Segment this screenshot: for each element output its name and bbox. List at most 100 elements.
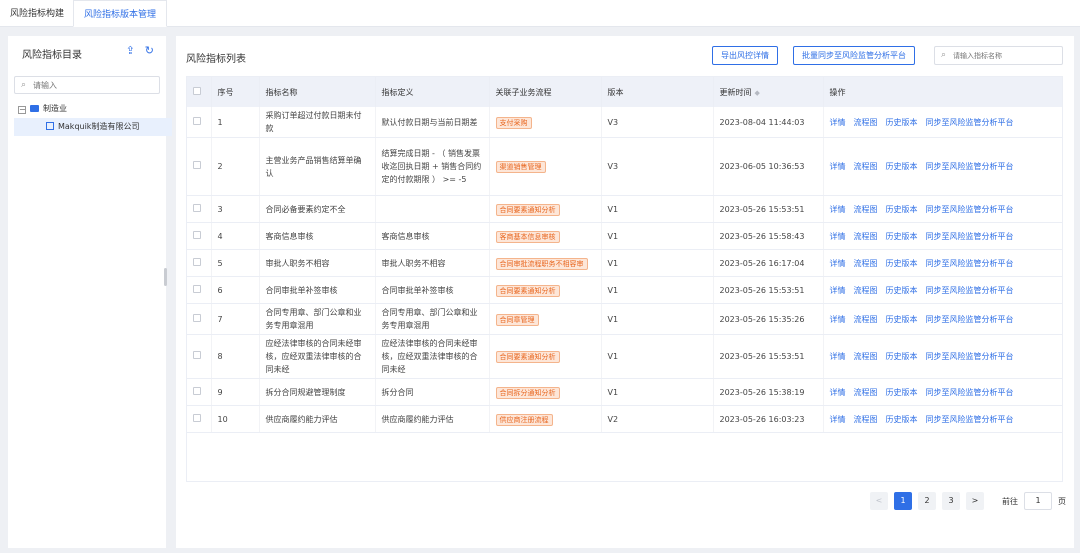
sync-link[interactable]: 同步至风险监管分析平台: [926, 232, 1014, 241]
history-link[interactable]: 历史版本: [886, 315, 918, 324]
history-link[interactable]: 历史版本: [886, 415, 918, 424]
sync-link[interactable]: 同步至风险监管分析平台: [926, 205, 1014, 214]
cell-name: 采购订单超过付款日期未付款: [259, 107, 376, 138]
process-tag: 渠道销售管理: [495, 161, 546, 173]
row-select-cell: [187, 222, 212, 250]
indicator-search-input[interactable]: [953, 50, 1057, 62]
flowchart-link[interactable]: 流程图: [854, 415, 878, 424]
cell-no: 10: [211, 405, 260, 433]
cell-no: 3: [211, 195, 260, 223]
cell-version: V1: [601, 334, 714, 379]
prev-page-button[interactable]: <: [870, 492, 888, 510]
history-link[interactable]: 历史版本: [886, 259, 918, 268]
sync-link[interactable]: 同步至风险监管分析平台: [926, 118, 1014, 127]
sync-link[interactable]: 同步至风险监管分析平台: [926, 259, 1014, 268]
tab-indicator-build[interactable]: 风险指标构建: [0, 0, 74, 27]
table-row[interactable]: 10 供应商履约能力评估 供应商履约能力评估 供应商注册流程 V2 2023-05-26 …: [187, 405, 1062, 433]
tree-node-company[interactable]: Makquik制造有限公司: [14, 118, 172, 136]
table-row[interactable]: 4 客商信息审核 客商信息审核 客商基本信息审核 V1 2023-05-26 15:58:…: [187, 222, 1062, 250]
building-icon: [46, 122, 54, 130]
history-link[interactable]: 历史版本: [886, 286, 918, 295]
sync-link[interactable]: 同步至风险监管分析平台: [926, 162, 1014, 171]
history-link[interactable]: 历史版本: [886, 205, 918, 214]
cell-version: V1: [601, 303, 714, 335]
next-page-button[interactable]: >: [966, 492, 984, 510]
flowchart-link[interactable]: 流程图: [854, 352, 878, 361]
detail-link[interactable]: 详情: [830, 315, 846, 324]
sync-link[interactable]: 同步至风险监管分析平台: [926, 388, 1014, 397]
flowchart-link[interactable]: 流程图: [854, 388, 878, 397]
row-checkbox[interactable]: [193, 351, 201, 359]
table-row[interactable]: 2 主营业务产品销售结算单确认 结算完成日期 - （ 销售发票收迄回执日期 + 销售…: [187, 137, 1062, 196]
table-row[interactable]: 1 采购订单超过付款日期未付款 默认付款日期与当前日期差 支付采购 V3 2023-08-…: [187, 107, 1062, 138]
history-link[interactable]: 历史版本: [886, 388, 918, 397]
flowchart-link[interactable]: 流程图: [854, 162, 878, 171]
tree-node-manufacturing[interactable]: − 制造业: [18, 100, 67, 118]
cell-process: 渠道销售管理: [489, 137, 602, 196]
sync-link[interactable]: 同步至风险监管分析平台: [926, 315, 1014, 324]
cell-updated: 2023-05-26 16:17:04: [713, 249, 824, 277]
row-checkbox[interactable]: [193, 313, 201, 322]
row-checkbox[interactable]: [193, 161, 201, 169]
page-2-button[interactable]: 2: [918, 492, 936, 510]
flowchart-link[interactable]: 流程图: [854, 205, 878, 214]
flowchart-link[interactable]: 流程图: [854, 259, 878, 268]
export-button[interactable]: 导出风控详情: [712, 46, 778, 65]
collapse-icon[interactable]: −: [18, 106, 26, 114]
select-all-checkbox[interactable]: [193, 87, 201, 95]
row-checkbox[interactable]: [193, 116, 201, 125]
sync-link[interactable]: 同步至风险监管分析平台: [926, 286, 1014, 295]
table-row[interactable]: 5 审批人职务不相容 审批人职务不相容 合同审批流程职务不相容审 V1 2023-05-2…: [187, 249, 1062, 277]
refresh-icon[interactable]: ↻: [145, 44, 154, 57]
detail-link[interactable]: 详情: [830, 259, 846, 268]
sync-link[interactable]: 同步至风险监管分析平台: [926, 415, 1014, 424]
detail-link[interactable]: 详情: [830, 286, 846, 295]
sync-all-button[interactable]: 批量同步至风险监管分析平台: [793, 46, 915, 65]
detail-link[interactable]: 详情: [830, 232, 846, 241]
page-1-button[interactable]: 1: [894, 492, 912, 510]
detail-link[interactable]: 详情: [830, 205, 846, 214]
folder-icon: [30, 105, 39, 112]
table-row[interactable]: 9 拆分合同规避管理制度 拆分合同 合同拆分通知分析 V1 2023-05-26 15:3…: [187, 378, 1062, 406]
tab-indicator-version[interactable]: 风险指标版本管理: [73, 0, 168, 27]
detail-link[interactable]: 详情: [830, 388, 846, 397]
row-checkbox[interactable]: [193, 386, 201, 395]
cell-updated: 2023-06-05 10:36:53: [713, 137, 824, 196]
detail-link[interactable]: 详情: [830, 352, 846, 361]
table-row[interactable]: 8 应经法律审核的合同未经审核，应经双重法律审核的合同未经 应经法律审核的合同未经审…: [187, 334, 1062, 379]
sidebar-search-input[interactable]: [33, 79, 153, 92]
history-link[interactable]: 历史版本: [886, 162, 918, 171]
history-link[interactable]: 历史版本: [886, 118, 918, 127]
row-checkbox[interactable]: [193, 203, 201, 212]
col-header-no: 序号: [211, 77, 260, 107]
process-tag: 合同审批流程职务不相容审: [495, 257, 588, 270]
cell-process: 供应商注册流程: [489, 405, 602, 433]
detail-link[interactable]: 详情: [830, 415, 846, 424]
sync-link[interactable]: 同步至风险监管分析平台: [926, 352, 1014, 361]
flowchart-link[interactable]: 流程图: [854, 232, 878, 241]
goto-page-input[interactable]: 1: [1024, 492, 1052, 510]
table-row[interactable]: 3 合同必备要素约定不全 合同要素通知分析 V1 2023-05-26 15:53:51…: [187, 195, 1062, 223]
flowchart-link[interactable]: 流程图: [854, 118, 878, 127]
col-header-updated[interactable]: 更新时间 ◆: [713, 77, 824, 107]
cell-definition: 合同审批单补签审核: [375, 276, 490, 304]
row-checkbox[interactable]: [193, 284, 201, 293]
cell-definition: 拆分合同: [375, 378, 490, 406]
flowchart-link[interactable]: 流程图: [854, 315, 878, 324]
row-checkbox[interactable]: [193, 230, 201, 239]
table-row[interactable]: 7 合同专用章、部门公章和业务专用章混用 合同专用章、部门公章和业务专用章混用 合同章…: [187, 303, 1062, 335]
table-row[interactable]: 6 合同审批单补签审核 合同审批单补签审核 合同要素通知分析 V1 2023-05-26 …: [187, 276, 1062, 304]
row-checkbox[interactable]: [193, 257, 201, 266]
history-link[interactable]: 历史版本: [886, 352, 918, 361]
page-3-button[interactable]: 3: [942, 492, 960, 510]
flowchart-link[interactable]: 流程图: [854, 286, 878, 295]
sort-icon[interactable]: ◆: [755, 89, 760, 97]
cell-version: V1: [601, 222, 714, 250]
upload-icon[interactable]: ⇪: [126, 44, 135, 57]
history-link[interactable]: 历史版本: [886, 232, 918, 241]
row-checkbox[interactable]: [193, 413, 201, 422]
col-header-definition: 指标定义: [375, 77, 490, 107]
resize-handle[interactable]: [164, 268, 167, 286]
detail-link[interactable]: 详情: [830, 118, 846, 127]
detail-link[interactable]: 详情: [830, 162, 846, 171]
